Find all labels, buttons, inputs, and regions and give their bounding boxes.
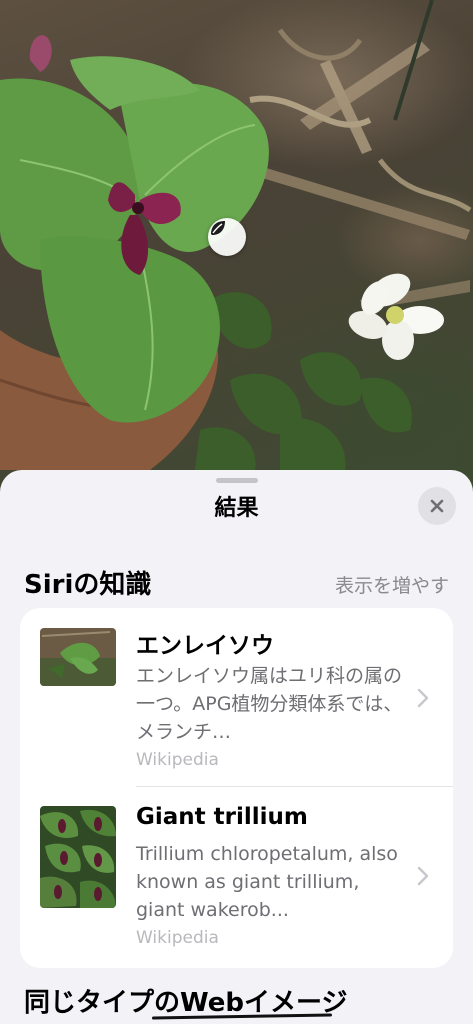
- xmark-icon: [430, 499, 444, 513]
- chevron-right-icon: [417, 866, 429, 886]
- photo-preview: [0, 0, 473, 500]
- siri-knowledge-card: エンレイソウ エンレイソウ属はユリ科の属の一つ。APG植物分類体系では、メランチ…: [20, 608, 453, 968]
- result-source: Wikipedia: [136, 750, 219, 770]
- sheet-title: 結果: [214, 496, 259, 521]
- result-title: エンレイソウ: [136, 633, 274, 659]
- result-description: エンレイソウ属はユリ科の属の一つ。APG植物分類体系では、メランチ…: [136, 665, 403, 743]
- result-row-enreisou[interactable]: エンレイソウ エンレイソウ属はユリ科の属の一つ。APG植物分類体系では、メランチ…: [20, 608, 453, 786]
- result-thumbnail: [40, 628, 116, 686]
- result-title: Giant trillium: [136, 804, 308, 830]
- visual-lookup-badge[interactable]: [208, 218, 246, 256]
- chevron-right-icon: [417, 688, 429, 708]
- siri-knowledge-header: Siriの知識: [24, 570, 152, 600]
- result-thumbnail: [40, 806, 116, 908]
- result-row-giant-trillium[interactable]: Giant trillium Trillium chloropetalum, a…: [20, 786, 453, 964]
- leaf-visual-lookup-icon: [211, 221, 225, 235]
- results-sheet: 結果 Siriの知識 表示を増やす エンレイソウ エンレイソウ属はユリ科の属の一…: [0, 470, 473, 1024]
- close-button[interactable]: [418, 487, 456, 525]
- result-description: Trillium chloropetalum, also known as gi…: [136, 843, 398, 921]
- result-source: Wikipedia: [136, 928, 219, 948]
- show-more-link[interactable]: 表示を増やす: [335, 571, 449, 598]
- sheet-grabber[interactable]: [216, 478, 258, 483]
